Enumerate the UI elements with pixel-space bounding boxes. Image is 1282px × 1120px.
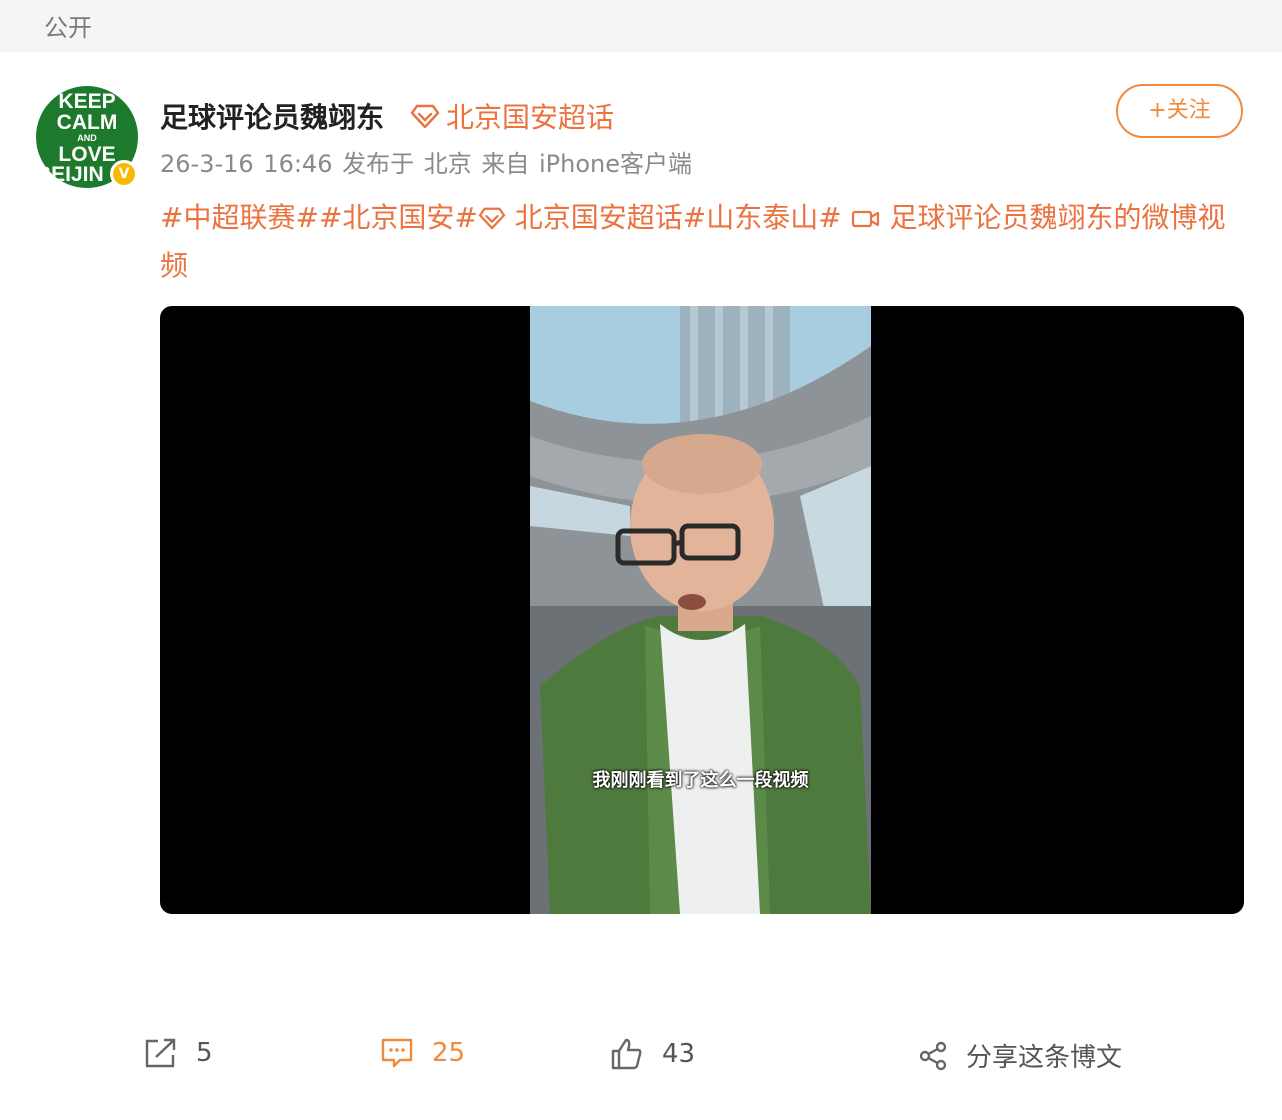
avatar-line: CALM	[56, 111, 118, 134]
diamond-icon	[478, 207, 505, 230]
repost-count: 5	[196, 1038, 213, 1068]
follow-button[interactable]: +关注	[1116, 84, 1243, 138]
repost-button[interactable]: 5	[144, 1037, 213, 1069]
post-text: #中超联赛##北京国安# 北京国安超话#山东泰山# 足球评论员魏翊东的微博视频	[160, 194, 1240, 290]
share-button[interactable]: 分享这条博文	[918, 1037, 1122, 1074]
repost-icon	[145, 1038, 176, 1068]
video-thumbnail-image	[530, 306, 871, 914]
verified-badge-icon: V	[110, 160, 138, 188]
avatar-line: AND	[77, 133, 97, 143]
video-icon	[851, 210, 879, 228]
diamond-icon	[410, 104, 440, 129]
supertopic-inline-link[interactable]: 北京国安超话	[478, 201, 683, 234]
post-location: 发布于 北京	[342, 150, 472, 178]
like-button[interactable]: 43	[610, 1037, 695, 1071]
post-source: 来自 iPhone客户端	[481, 150, 693, 178]
comment-count: 25	[432, 1038, 466, 1068]
supertopic-inline-label: 北京国安超话	[514, 201, 683, 234]
comment-button[interactable]: 25	[380, 1037, 465, 1069]
thumbs-up-icon	[611, 1038, 642, 1070]
visibility-label: 公开	[44, 14, 92, 42]
hashtag-link[interactable]: #山东泰山#	[683, 201, 842, 234]
supertopic-link[interactable]: 北京国安超话	[410, 96, 614, 136]
top-bar: 公开	[0, 0, 1282, 50]
weibo-post-card: KEEP CALM AND LOVE BEIJIN V 足球评论员魏翊东 北京国…	[0, 52, 1282, 1120]
supertopic-label: 北京国安超话	[446, 101, 615, 134]
hashtag-link[interactable]: #北京国安#	[319, 201, 478, 234]
post-time[interactable]: 26-3-16 16:46	[160, 150, 332, 178]
post-meta: 26-3-16 16:46 发布于 北京 来自 iPhone客户端	[160, 144, 692, 179]
video-player[interactable]: 我刚刚看到了这么一段视频	[160, 306, 1244, 914]
share-label: 分享这条博文	[966, 1043, 1123, 1073]
video-frame: 我刚刚看到了这么一段视频	[530, 306, 871, 914]
like-count: 43	[662, 1039, 696, 1069]
share-icon	[919, 1041, 947, 1070]
username[interactable]: 足球评论员魏翊东	[160, 96, 384, 136]
video-subtitle: 我刚刚看到了这么一段视频	[592, 770, 809, 791]
action-bar: 5 25 43 分享这条博文	[0, 1037, 1282, 1085]
hashtag-link[interactable]: #中超联赛#	[160, 201, 319, 234]
comment-icon	[381, 1038, 413, 1068]
